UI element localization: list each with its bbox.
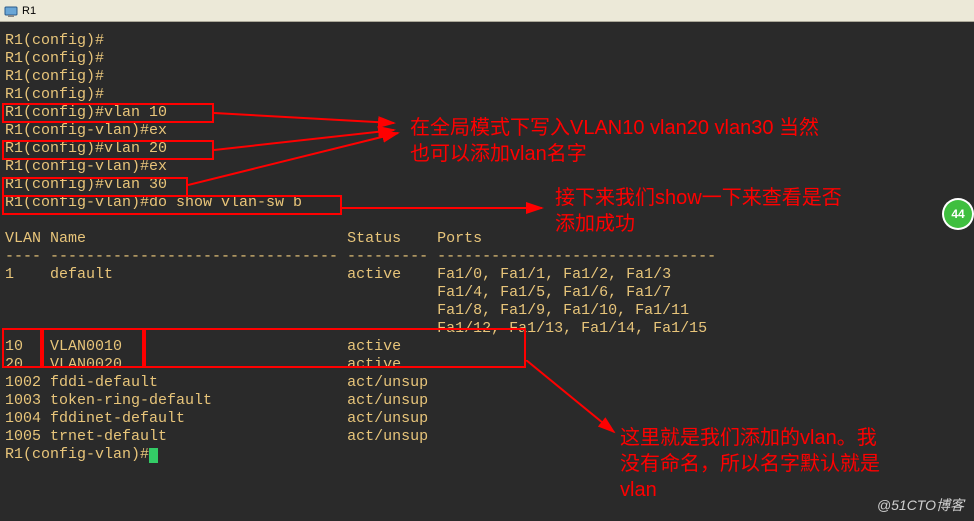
- table-row: 1002 fddi-default act/unsup: [5, 374, 969, 392]
- app-icon: [4, 4, 18, 18]
- prompt-line-active: R1(config-vlan)#: [5, 446, 969, 464]
- badge-count: 44: [951, 207, 964, 221]
- table-row: 1005 trnet-default act/unsup: [5, 428, 969, 446]
- window-title: R1: [22, 5, 36, 17]
- table-row: 10 VLAN0010 active: [5, 338, 969, 356]
- prompt-line: R1(config)#: [5, 32, 969, 50]
- table-row: Fa1/8, Fa1/9, Fa1/10, Fa1/11: [5, 302, 969, 320]
- table-row: 1003 token-ring-default act/unsup: [5, 392, 969, 410]
- cmd-vlan30: R1(config)#vlan 30: [5, 176, 969, 194]
- table-header: VLAN Name Status Ports: [5, 230, 969, 248]
- prompt-line: R1(config)#: [5, 86, 969, 104]
- cmd-ex: R1(config-vlan)#ex: [5, 122, 969, 140]
- table-sep: ---- -------------------------------- --…: [5, 248, 969, 266]
- table-row: Fa1/12, Fa1/13, Fa1/14, Fa1/15: [5, 320, 969, 338]
- prompt-line: R1(config)#: [5, 68, 969, 86]
- prompt-line: R1(config)#: [5, 50, 969, 68]
- blank-line: [5, 212, 969, 230]
- table-row: 1004 fddinet-default act/unsup: [5, 410, 969, 428]
- cursor-icon: [149, 448, 158, 463]
- table-row: Fa1/4, Fa1/5, Fa1/6, Fa1/7: [5, 284, 969, 302]
- cmd-vlan10: R1(config)#vlan 10: [5, 104, 969, 122]
- window-title-bar[interactable]: R1: [0, 0, 974, 22]
- watermark: @51CTO博客: [877, 495, 964, 515]
- table-row: 1 default active Fa1/0, Fa1/1, Fa1/2, Fa…: [5, 266, 969, 284]
- cmd-vlan20: R1(config)#vlan 20: [5, 140, 969, 158]
- terminal-area[interactable]: R1(config)# R1(config)# R1(config)# R1(c…: [0, 22, 974, 469]
- table-row: 20 VLAN0020 active: [5, 356, 969, 374]
- cmd-do-show: R1(config-vlan)#do show vlan-sw b: [5, 194, 969, 212]
- cmd-ex: R1(config-vlan)#ex: [5, 158, 969, 176]
- notification-badge[interactable]: 44: [944, 200, 972, 228]
